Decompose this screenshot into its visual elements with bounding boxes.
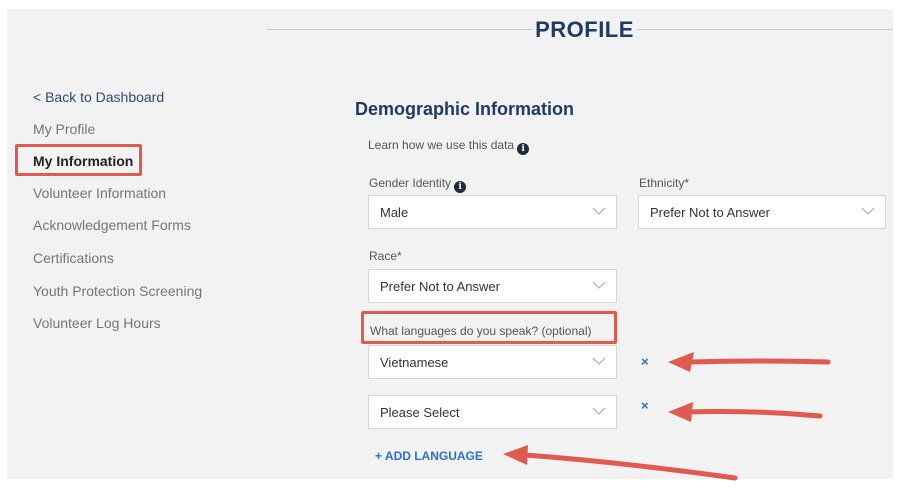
- ethnicity-label: Ethnicity*: [639, 176, 690, 190]
- info-icon[interactable]: i: [454, 181, 467, 193]
- sidebar-item-my-profile[interactable]: My Profile: [33, 121, 95, 137]
- race-label: Race*: [369, 249, 402, 263]
- page-title: PROFILE: [535, 17, 634, 42]
- chevron-down-icon: [592, 357, 606, 365]
- race-value: Prefer Not to Answer: [380, 279, 500, 294]
- sidebar-item-volunteer-log-hours[interactable]: Volunteer Log Hours: [33, 315, 161, 331]
- remove-language-1-close-icon[interactable]: ×: [641, 354, 649, 369]
- chevron-down-icon: [592, 281, 606, 289]
- sidebar-item-volunteer-information[interactable]: Volunteer Information: [33, 185, 166, 201]
- race-select[interactable]: Prefer Not to Answer: [368, 269, 617, 303]
- learn-data-usage[interactable]: Learn how we use this data i: [368, 138, 530, 155]
- sidebar-item-acknowledgement-forms[interactable]: Acknowledgement Forms: [33, 217, 191, 233]
- info-icon[interactable]: i: [517, 143, 530, 155]
- ethnicity-value: Prefer Not to Answer: [650, 205, 770, 220]
- add-language-button[interactable]: + ADD LANGUAGE: [375, 449, 483, 463]
- chevron-down-icon: [592, 407, 606, 415]
- ethnicity-select[interactable]: Prefer Not to Answer: [638, 195, 886, 229]
- chevron-down-icon: [592, 207, 606, 215]
- gender-identity-value: Male: [380, 205, 409, 220]
- page-canvas: PROFILE < Back to Dashboard My Profile M…: [7, 9, 893, 479]
- language-select-2-value: Please Select: [380, 405, 460, 420]
- language-select-1[interactable]: Vietnamese: [368, 345, 617, 379]
- back-to-dashboard-link[interactable]: < Back to Dashboard: [33, 89, 164, 105]
- remove-language-2-close-icon[interactable]: ×: [641, 398, 649, 413]
- header-divider-left: [267, 29, 532, 30]
- sidebar-item-youth-protection-screening[interactable]: Youth Protection Screening: [33, 283, 202, 299]
- page-header: PROFILE: [7, 9, 893, 49]
- section-title: Demographic Information: [355, 99, 575, 119]
- sidebar-item-certifications[interactable]: Certifications: [33, 250, 114, 266]
- chevron-down-icon: [861, 207, 875, 215]
- gender-identity-label-text: Gender Identity: [369, 176, 452, 190]
- sidebar-item-my-information[interactable]: My Information: [33, 153, 133, 169]
- gender-identity-select[interactable]: Male: [368, 195, 617, 229]
- header-divider-right: [637, 29, 893, 30]
- language-select-2[interactable]: Please Select: [368, 395, 617, 429]
- gender-identity-label: Gender Identity i: [369, 176, 467, 193]
- learn-data-usage-label[interactable]: Learn how we use this data: [368, 138, 514, 152]
- languages-label: What languages do you speak? (optional): [370, 324, 592, 338]
- language-select-1-value: Vietnamese: [380, 355, 449, 370]
